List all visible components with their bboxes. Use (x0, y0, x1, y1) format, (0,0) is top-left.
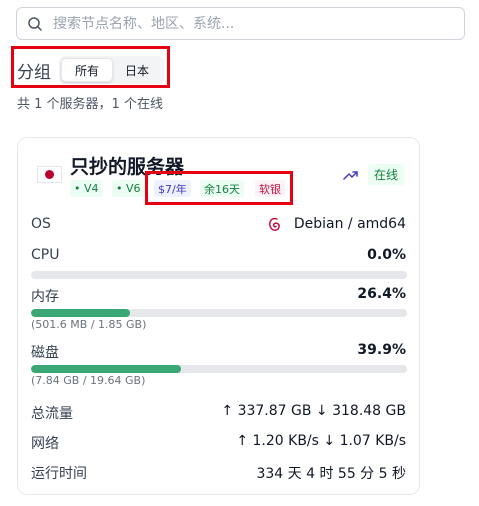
disk-label: 磁盘 (31, 345, 59, 361)
disk-value: 39.9% (357, 342, 406, 358)
group-segmented-control: 所有 日本 (59, 56, 164, 84)
debian-icon (266, 216, 284, 234)
memory-value: 26.4% (357, 286, 406, 302)
os-value: Debian / amd64 (293, 216, 406, 232)
disk-progress-bar (31, 365, 407, 373)
ipv6-tag: • V6 (112, 180, 145, 197)
traffic-label: 总流量 (31, 406, 73, 422)
network-label: 网络 (31, 436, 59, 452)
disk-detail: (7.84 GB / 19.64 GB) (31, 374, 146, 387)
group-option-all[interactable]: 所有 (61, 58, 113, 82)
ipv4-tag: • V4 (70, 180, 103, 197)
search-input[interactable] (51, 14, 451, 33)
highlight-box-price (145, 171, 293, 205)
japan-flag-icon (37, 166, 62, 183)
memory-progress-bar (31, 309, 407, 317)
memory-detail: (501.6 MB / 1.85 GB) (31, 318, 147, 331)
cpu-label: CPU (31, 247, 60, 263)
trend-chart-icon[interactable] (343, 167, 359, 183)
status-badge: 在线 (368, 164, 405, 185)
group-label: 分组 (17, 63, 51, 83)
network-value: ↑ 1.20 KB/s ↓ 1.07 KB/s (236, 433, 406, 449)
disk-progress-fill (31, 365, 182, 373)
cpu-progress-bar (31, 271, 407, 279)
search-box[interactable] (16, 7, 465, 40)
server-summary: 共 1 个服务器，1 个在线 (17, 97, 163, 112)
os-label: OS (31, 216, 51, 232)
uptime-label: 运行时间 (31, 466, 87, 482)
group-option-japan[interactable]: 日本 (113, 58, 161, 82)
cpu-value: 0.0% (367, 247, 406, 263)
memory-label: 内存 (31, 289, 59, 305)
memory-progress-fill (31, 309, 131, 317)
traffic-value: ↑ 337.87 GB ↓ 318.48 GB (221, 403, 406, 419)
uptime-value: 334 天 4 时 55 分 5 秒 (256, 466, 406, 482)
search-icon (27, 16, 43, 32)
